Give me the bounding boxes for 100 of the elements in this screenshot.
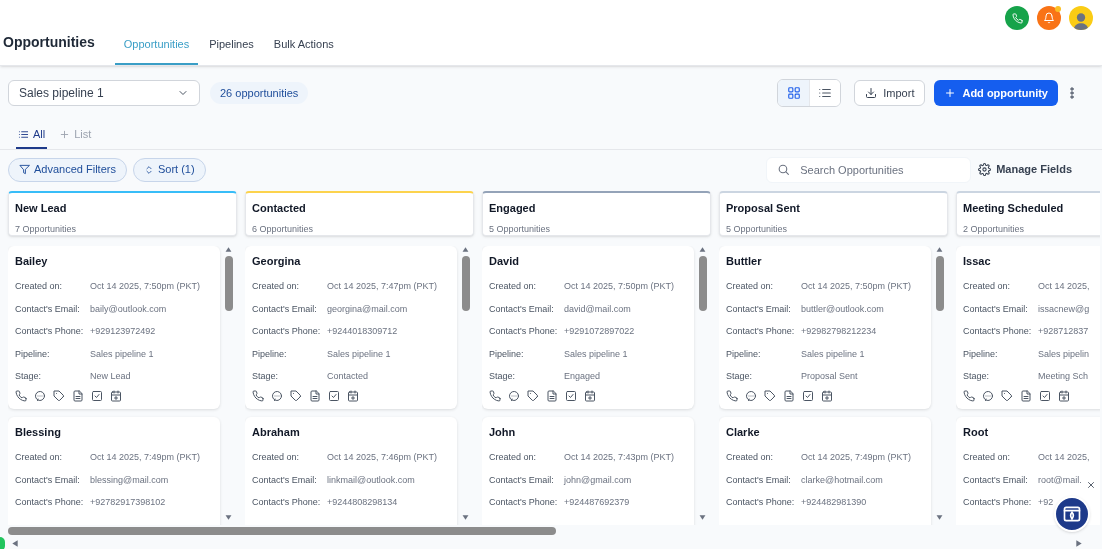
column-title: Contacted [252, 201, 307, 216]
opportunity-card[interactable]: David Created on: Oct 14 2025, 7:50pm (PKT) Contact's Email: david@mail.com Contact's Phone: +9291072897022 Pipeline: Sales pipeline 1 Stage: Engaged [482, 246, 694, 409]
calendar-icon[interactable] [821, 390, 833, 402]
scrollbar-thumb[interactable] [935, 256, 944, 311]
contact-name: David [489, 254, 520, 269]
column-count: 6 Opportunities [252, 222, 315, 236]
contact-name: Clarke [726, 425, 761, 440]
scrollbar-thumb[interactable] [8, 527, 556, 535]
close-button[interactable] [1085, 479, 1097, 491]
field-value: Oct 14 2025, 7:50pm (PKT) [90, 280, 201, 293]
field-label: Contact's Phone: [252, 496, 322, 509]
field-label: Contact's Email: [15, 473, 81, 487]
search-field[interactable]: Search Opportunities [766, 156, 972, 183]
tag-icon[interactable] [1001, 390, 1013, 402]
tag-icon[interactable] [764, 390, 776, 402]
field-value: Oct 14 2025, 7:50pm (PKT) [801, 280, 912, 293]
column-title: Meeting Scheduled [963, 201, 1065, 216]
chat-icon[interactable] [271, 390, 283, 402]
field-value: Oct 14 2025, [1038, 280, 1090, 293]
opportunity-card[interactable]: Issac Created on: Oct 14 2025, Contact's Email: issacnew@g Contact's Phone: +928712837 Pipeline: Sales pipelin Stage: Meeting Sch [956, 246, 1100, 409]
list-view-button[interactable] [809, 80, 841, 106]
view-tab[interactable]: All [16, 121, 48, 149]
field-label: Created on: [963, 451, 1012, 464]
column-count: 7 Opportunities [15, 222, 78, 236]
scrollbar-thumb[interactable] [224, 256, 233, 311]
chat-icon[interactable] [745, 390, 757, 402]
advanced-filters-button[interactable]: Advanced Filters [8, 157, 127, 182]
phone-button[interactable] [1005, 6, 1029, 30]
document-icon[interactable] [783, 390, 795, 402]
phone-icon[interactable] [726, 390, 738, 402]
field-label: Created on: [726, 451, 775, 464]
grid-icon [786, 86, 801, 100]
field-value: Sales pipeline 1 [801, 347, 865, 361]
scroll-up-icon [461, 246, 470, 253]
field-value: root@mail. [1038, 473, 1082, 487]
scrollbar-thumb[interactable] [461, 256, 470, 311]
calendar-icon[interactable] [1058, 390, 1070, 402]
tag-icon[interactable] [290, 390, 302, 402]
pipeline-dropdown[interactable]: Sales pipeline 1 [8, 80, 200, 106]
document-icon[interactable] [1020, 390, 1032, 402]
list-icon [18, 128, 29, 140]
document-icon[interactable] [546, 390, 558, 402]
checkbox-icon[interactable] [1039, 390, 1051, 402]
scroll-down-icon [698, 514, 707, 521]
field-label: Created on: [489, 280, 538, 293]
field-label: Created on: [15, 451, 64, 464]
tag-icon[interactable] [527, 390, 539, 402]
calendar-icon[interactable] [110, 390, 122, 402]
field-label: Created on: [963, 280, 1012, 293]
document-icon[interactable] [309, 390, 321, 402]
header-tab[interactable]: Bulk Actions [264, 33, 343, 65]
plus-icon [59, 128, 71, 140]
grid-view-button[interactable] [778, 80, 810, 106]
tag-icon[interactable] [53, 390, 65, 402]
chat-icon[interactable] [508, 390, 520, 402]
chat-icon[interactable] [982, 390, 994, 402]
add-opportunity-button[interactable]: Add opportunity [934, 80, 1058, 106]
field-value: +929123972492 [90, 325, 156, 338]
checkbox-icon[interactable] [328, 390, 340, 402]
opportunity-card[interactable]: John Created on: Oct 14 2025, 7:43pm (PKT) Contact's Email: john@gmail.com Contact's Phone: +924487692379 [482, 417, 694, 525]
checkbox-icon[interactable] [802, 390, 814, 402]
header-tab[interactable]: Pipelines [200, 33, 263, 65]
notifications-button[interactable] [1037, 6, 1061, 30]
checkbox-icon[interactable] [91, 390, 103, 402]
opportunity-card[interactable]: Blessing Created on: Oct 14 2025, 7:49pm (PKT) Contact's Email: blessing@mail.com Contact's Phone: +92782917398102 [8, 417, 220, 525]
document-icon[interactable] [72, 390, 84, 402]
phone-icon[interactable] [252, 390, 264, 402]
phone-icon[interactable] [15, 390, 27, 402]
field-label: Contact's Phone: [963, 325, 1033, 338]
manage-fields-button[interactable]: Manage Fields [978, 161, 1072, 178]
field-label: Pipeline: [489, 347, 525, 361]
bell-icon [1043, 12, 1055, 24]
field-value: issacnew@g [1038, 302, 1090, 316]
calendar-icon[interactable] [584, 390, 596, 402]
column-count: 5 Opportunities [489, 222, 552, 236]
checkbox-icon[interactable] [565, 390, 577, 402]
field-value: +928712837 [1038, 325, 1089, 338]
field-value: Oct 14 2025, 7:50pm (PKT) [564, 280, 675, 293]
opportunity-card[interactable]: Abraham Created on: Oct 14 2025, 7:46pm (PKT) Contact's Email: linkmail@outlook.com Contact's Phone: +9244808298134 [245, 417, 457, 525]
field-label: Contact's Email: [15, 302, 81, 316]
chat-icon[interactable] [34, 390, 46, 402]
opportunity-card[interactable]: Bailey Created on: Oct 14 2025, 7:50pm (PKT) Contact's Email: baily@outlook.com Contact's Phone: +929123972492 Pipeline: Sales pipeline 1 Stage: New Lead [8, 246, 220, 409]
field-value: Engaged [564, 370, 601, 383]
scrollbar-thumb[interactable] [698, 256, 707, 311]
download-icon [865, 87, 878, 99]
column-title: Proposal Sent [726, 201, 801, 216]
field-label: Contact's Phone: [15, 325, 85, 338]
phone-icon[interactable] [489, 390, 501, 402]
opportunity-card[interactable]: Georgina Created on: Oct 14 2025, 7:47pm (PKT) Contact's Email: georgina@mail.com Contact's Phone: +9244018309712 Pipeline: Sales pipeline 1 Stage: Contacted [245, 246, 457, 409]
scroll-down-icon [224, 514, 233, 521]
import-button[interactable]: Import [854, 80, 926, 106]
phone-icon[interactable] [963, 390, 975, 402]
avatar[interactable] [1069, 6, 1093, 30]
calendar-icon[interactable] [347, 390, 359, 402]
field-value: New Lead [90, 370, 131, 383]
opportunity-card[interactable]: Buttler Created on: Oct 14 2025, 7:50pm (PKT) Contact's Email: buttler@outlook.com Contact's Phone: +92982798212234 Pipeline: Sales pipeline 1 Stage: Proposal Sent [719, 246, 931, 409]
opportunity-card[interactable]: Clarke Created on: Oct 14 2025, 7:49pm (PKT) Contact's Email: clarke@hotmail.com Contact's Phone: +924482981390 [719, 417, 931, 525]
opportunity-card[interactable]: Root Created on: Oct 14 2025, Contact's Email: root@mail. Contact's Phone: +92 [956, 417, 1100, 525]
sort-button[interactable]: Sort (1) [132, 157, 206, 182]
field-value: +9244808298134 [327, 496, 398, 509]
